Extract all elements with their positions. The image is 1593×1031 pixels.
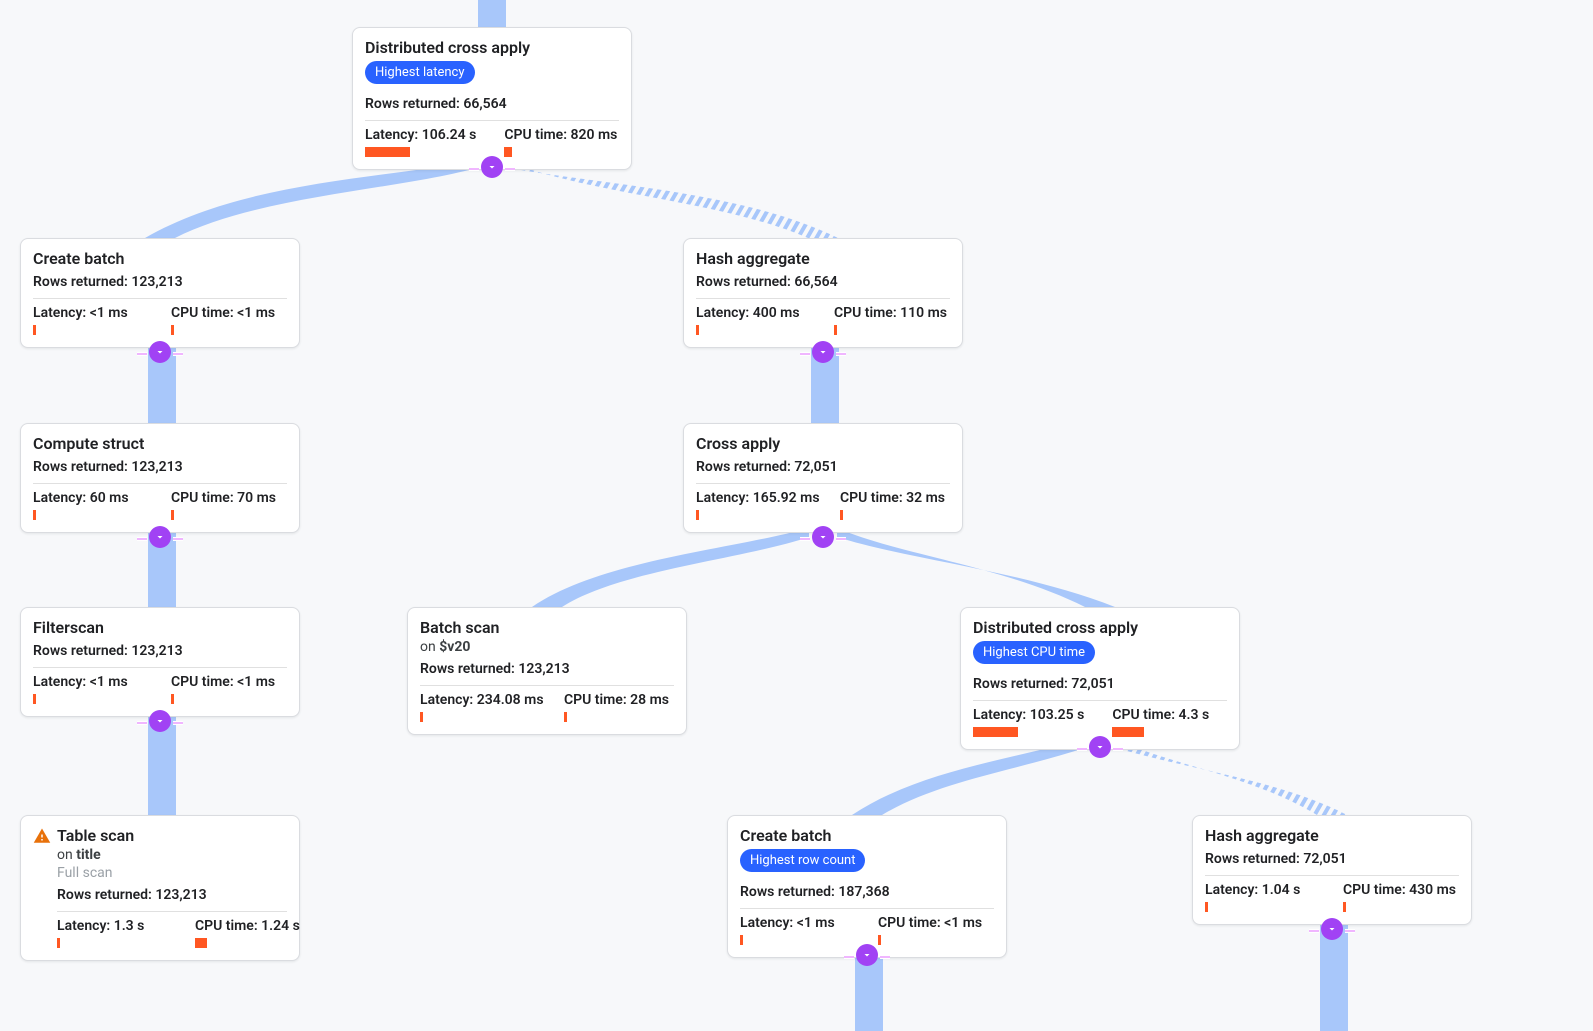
latency-label: Latency: 106.24 s	[365, 127, 476, 143]
chevron-down-icon	[154, 531, 166, 543]
expand-toggle[interactable]	[149, 526, 171, 548]
node-distributed-cross-apply-2[interactable]: Distributed cross apply Highest CPU time…	[960, 607, 1240, 750]
cpu-label: CPU time: 820 ms	[504, 127, 617, 143]
node-title: Create batch	[33, 249, 287, 268]
node-cross-apply[interactable]: Cross apply Rows returned: 72,051 Latenc…	[683, 423, 963, 533]
chevron-down-icon	[817, 346, 829, 358]
expand-toggle[interactable]	[812, 526, 834, 548]
badge-highest-cpu: Highest CPU time	[973, 641, 1095, 664]
expand-toggle[interactable]	[812, 341, 834, 363]
node-create-batch-left[interactable]: Create batch Rows returned: 123,213 Late…	[20, 238, 300, 348]
node-title: Compute struct	[33, 434, 287, 453]
latency-bar	[365, 147, 410, 157]
expand-toggle[interactable]	[856, 944, 878, 966]
warning-icon	[33, 827, 51, 845]
node-filterscan[interactable]: Filterscan Rows returned: 123,213 Latenc…	[20, 607, 300, 717]
node-title: Hash aggregate	[1205, 826, 1459, 845]
node-title: Cross apply	[696, 434, 950, 453]
node-title: Table scan	[57, 826, 134, 845]
divider	[365, 120, 619, 121]
node-hash-aggregate-top[interactable]: Hash aggregate Rows returned: 66,564 Lat…	[683, 238, 963, 348]
expand-toggle[interactable]	[149, 341, 171, 363]
rows-returned: Rows returned: 66,564	[365, 96, 619, 112]
badge-highest-row-count: Highest row count	[740, 849, 865, 872]
chevron-down-icon	[817, 531, 829, 543]
chevron-down-icon	[1094, 741, 1106, 753]
badge-highest-latency: Highest latency	[365, 61, 475, 84]
node-title: Distributed cross apply	[973, 618, 1227, 637]
node-title: Batch scan	[420, 618, 674, 637]
chevron-down-icon	[486, 161, 498, 173]
expand-toggle[interactable]	[1089, 736, 1111, 758]
node-batch-scan[interactable]: Batch scan on $v20 Rows returned: 123,21…	[407, 607, 687, 735]
node-title: Create batch	[740, 826, 994, 845]
batch-scan-on: on $v20	[420, 639, 674, 655]
rows-returned: Rows returned: 123,213	[33, 274, 287, 290]
node-create-batch-right[interactable]: Create batch Highest row count Rows retu…	[727, 815, 1007, 958]
node-title: Distributed cross apply	[365, 38, 619, 57]
node-hash-aggregate-bottom[interactable]: Hash aggregate Rows returned: 72,051 Lat…	[1192, 815, 1472, 925]
node-table-scan[interactable]: Table scan on title Full scan Rows retur…	[20, 815, 300, 961]
node-compute-struct[interactable]: Compute struct Rows returned: 123,213 La…	[20, 423, 300, 533]
expand-toggle[interactable]	[481, 156, 503, 178]
cpu-bar	[504, 147, 512, 157]
expand-toggle[interactable]	[149, 710, 171, 732]
node-title: Hash aggregate	[696, 249, 950, 268]
table-scan-note: Full scan	[57, 865, 113, 881]
node-distributed-cross-apply-root[interactable]: Distributed cross apply Highest latency …	[352, 27, 632, 170]
chevron-down-icon	[1326, 923, 1338, 935]
chevron-down-icon	[861, 949, 873, 961]
table-scan-on: on title	[57, 847, 287, 863]
expand-toggle[interactable]	[1321, 918, 1343, 940]
chevron-down-icon	[154, 715, 166, 727]
node-title: Filterscan	[33, 618, 287, 637]
chevron-down-icon	[154, 346, 166, 358]
